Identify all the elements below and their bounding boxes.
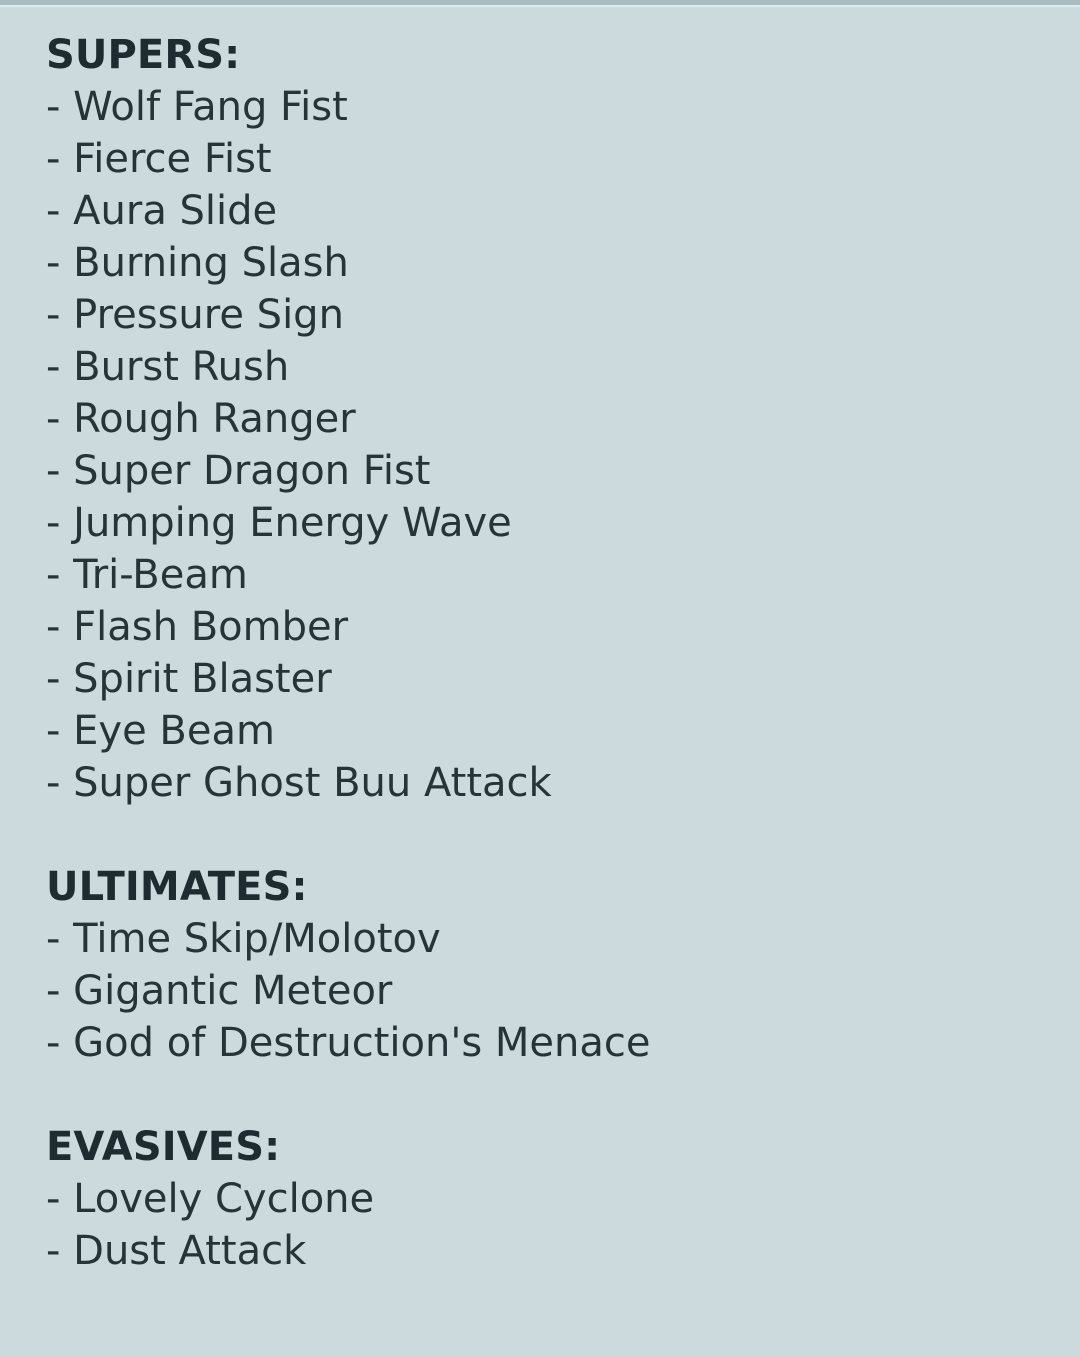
list-item-dash: -: [46, 656, 74, 702]
note-section: ULTIMATES: - Time Skip/Molotov - Gigantic …: [46, 861, 1040, 1069]
list-item-label: Eye Beam: [73, 708, 275, 754]
list-item-label: Burning Slash: [73, 240, 349, 286]
list-item-label: Spirit Blaster: [73, 656, 332, 702]
list-item-dash: -: [46, 1020, 74, 1066]
list-item-label: Lovely Cyclone: [73, 1176, 375, 1222]
list-item: - Rough Ranger: [46, 393, 1040, 445]
list-item-label: Jumping Energy Wave: [73, 500, 512, 546]
note-section: EVASIVES: - Lovely Cyclone - Dust Attack: [46, 1121, 1040, 1277]
list-item-label: Dust Attack: [73, 1228, 307, 1274]
list-item-label: Gigantic Meteor: [73, 968, 393, 1014]
list-item: - Tri-Beam: [46, 549, 1040, 601]
note-section: SUPERS: - Wolf Fang Fist - Fierce Fist - Au…: [46, 29, 1040, 809]
list-item-label: Burst Rush: [73, 344, 290, 390]
list-item-dash: -: [46, 448, 74, 494]
list-item-label: Fierce Fist: [73, 136, 272, 182]
list-item-label: Rough Ranger: [73, 396, 356, 442]
list-item: - Burning Slash: [46, 237, 1040, 289]
list-item-dash: -: [46, 708, 74, 754]
list-item-label: Wolf Fang Fist: [73, 84, 348, 130]
list-item-dash: -: [46, 1228, 74, 1274]
section-item-list: - Lovely Cyclone - Dust Attack: [46, 1173, 1040, 1277]
list-item: - Time Skip/Molotov: [46, 913, 1040, 965]
note-text-body[interactable]: SUPERS: - Wolf Fang Fist - Fierce Fist - Au…: [0, 7, 1080, 1277]
list-item-label: Super Dragon Fist: [73, 448, 431, 494]
list-item-dash: -: [46, 1176, 74, 1222]
list-item: - Pressure Sign: [46, 289, 1040, 341]
section-heading: EVASIVES:: [46, 1124, 281, 1170]
list-item-dash: -: [46, 344, 74, 390]
list-item-label: God of Destruction's Menace: [73, 1020, 651, 1066]
list-item: - Fierce Fist: [46, 133, 1040, 185]
list-item: - Gigantic Meteor: [46, 965, 1040, 1017]
list-item-dash: -: [46, 84, 74, 130]
list-item: - Flash Bomber: [46, 601, 1040, 653]
list-item-dash: -: [46, 760, 74, 806]
list-item: - Eye Beam: [46, 705, 1040, 757]
list-item-dash: -: [46, 604, 74, 650]
list-item: - Super Dragon Fist: [46, 445, 1040, 497]
list-item-dash: -: [46, 240, 74, 286]
section-item-list: - Wolf Fang Fist - Fierce Fist - Aura Slid…: [46, 81, 1040, 809]
list-item-dash: -: [46, 136, 74, 182]
list-item: - Dust Attack: [46, 1225, 1040, 1277]
list-item-label: Aura Slide: [73, 188, 278, 234]
list-item-dash: -: [46, 292, 74, 338]
section-heading: ULTIMATES:: [46, 864, 308, 910]
list-item: - Wolf Fang Fist: [46, 81, 1040, 133]
section-heading: SUPERS:: [46, 32, 241, 78]
list-item-label: Time Skip/Molotov: [73, 916, 441, 962]
list-item: - Jumping Energy Wave: [46, 497, 1040, 549]
list-item-label: Pressure Sign: [73, 292, 344, 338]
list-item: - God of Destruction's Menace: [46, 1017, 1040, 1069]
list-item-dash: -: [46, 552, 74, 598]
list-item: - Burst Rush: [46, 341, 1040, 393]
list-item: - Spirit Blaster: [46, 653, 1040, 705]
list-item-label: Super Ghost Buu Attack: [73, 760, 552, 806]
list-item: - Lovely Cyclone: [46, 1173, 1040, 1225]
list-item-dash: -: [46, 916, 74, 962]
list-item-label: Tri-Beam: [73, 552, 248, 598]
list-item: - Super Ghost Buu Attack: [46, 757, 1040, 809]
list-item-dash: -: [46, 188, 74, 234]
list-item-label: Flash Bomber: [73, 604, 349, 650]
note-screen: SUPERS: - Wolf Fang Fist - Fierce Fist - Au…: [0, 0, 1080, 1357]
list-item-dash: -: [46, 396, 74, 442]
list-item-dash: -: [46, 968, 74, 1014]
list-item: - Aura Slide: [46, 185, 1040, 237]
section-item-list: - Time Skip/Molotov - Gigantic Meteor - Go…: [46, 913, 1040, 1069]
list-item-dash: -: [46, 500, 74, 546]
